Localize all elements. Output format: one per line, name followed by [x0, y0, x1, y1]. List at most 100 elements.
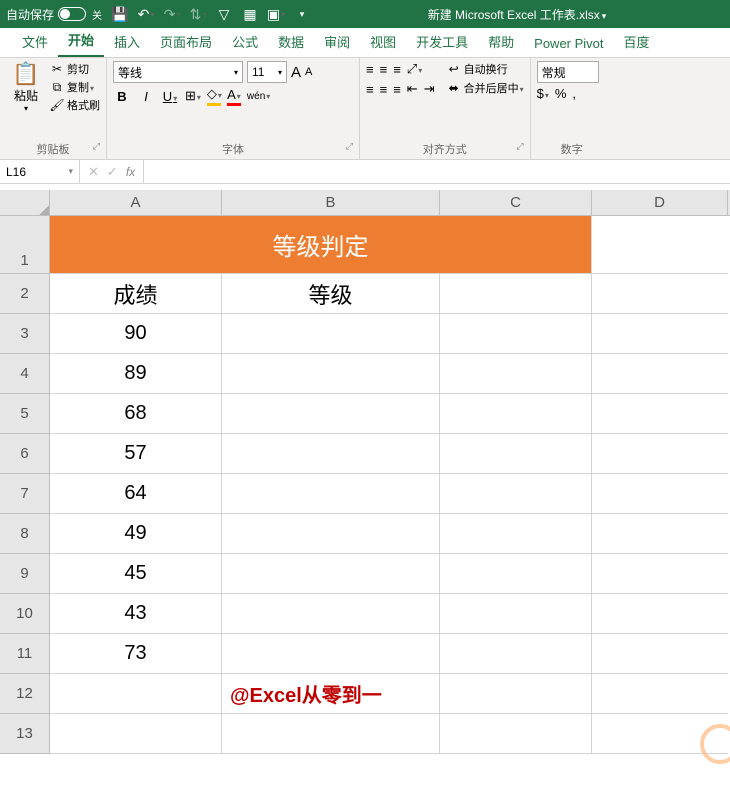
sort-icon[interactable]: ⇅ — [190, 6, 206, 22]
font-launcher-icon[interactable]: ⤢ — [346, 141, 353, 152]
col-header-a[interactable]: A — [50, 190, 222, 215]
align-left-button[interactable]: ≡ — [366, 82, 374, 97]
table-icon[interactable]: ▦ — [242, 6, 258, 22]
select-all-corner[interactable] — [0, 190, 50, 215]
align-launcher-icon[interactable]: ⤢ — [516, 141, 523, 152]
cell-d12[interactable] — [592, 674, 728, 714]
align-center-button[interactable]: ≡ — [380, 82, 388, 97]
tab-home[interactable]: 开始 — [58, 24, 104, 57]
autosave-toggle[interactable]: 自动保存 关 — [6, 6, 102, 23]
cell-b3[interactable] — [222, 314, 440, 354]
comma-button[interactable]: , — [572, 86, 576, 101]
row-header-11[interactable]: 11 — [0, 634, 50, 674]
camera-icon[interactable]: ▣ — [268, 6, 284, 22]
cell-b4[interactable] — [222, 354, 440, 394]
italic-button[interactable]: I — [137, 89, 155, 104]
align-middle-button[interactable]: ≡ — [380, 62, 388, 77]
cell-d3[interactable] — [592, 314, 728, 354]
tab-insert[interactable]: 插入 — [104, 26, 150, 57]
cell-d11[interactable] — [592, 634, 728, 674]
border-button[interactable]: ⊞ — [185, 88, 201, 104]
tab-layout[interactable]: 页面布局 — [150, 26, 222, 57]
paste-button[interactable]: 📋 粘贴 ▾ — [6, 61, 46, 113]
cell-d6[interactable] — [592, 434, 728, 474]
cell-c3[interactable] — [440, 314, 592, 354]
row-header-1[interactable]: 1 — [0, 216, 50, 274]
cell-a10[interactable]: 43 — [50, 594, 222, 634]
tab-view[interactable]: 视图 — [360, 26, 406, 57]
row-header-9[interactable]: 9 — [0, 554, 50, 594]
cell-d9[interactable] — [592, 554, 728, 594]
font-name-select[interactable]: 等线▾ — [113, 61, 243, 83]
formula-input[interactable] — [144, 160, 730, 183]
col-header-d[interactable]: D — [592, 190, 728, 215]
cell-a4[interactable]: 89 — [50, 354, 222, 394]
cell-d7[interactable] — [592, 474, 728, 514]
tab-baidu[interactable]: 百度 — [614, 26, 660, 57]
cell-c9[interactable] — [440, 554, 592, 594]
cell-c13[interactable] — [440, 714, 592, 754]
accept-formula-icon[interactable]: ✓ — [107, 164, 118, 180]
cell-a9[interactable]: 45 — [50, 554, 222, 594]
cell-a5[interactable]: 68 — [50, 394, 222, 434]
tab-power[interactable]: Power Pivot — [524, 30, 613, 57]
tab-data[interactable]: 数据 — [268, 26, 314, 57]
cell-d1[interactable] — [592, 216, 728, 274]
cell-a7[interactable]: 64 — [50, 474, 222, 514]
copy-button[interactable]: ⧉复制 — [50, 79, 100, 95]
filter-icon[interactable]: ▽ — [216, 6, 232, 22]
tab-dev[interactable]: 开发工具 — [406, 26, 478, 57]
increase-font-button[interactable]: A — [291, 64, 301, 81]
cell-c12[interactable] — [440, 674, 592, 714]
cell-b8[interactable] — [222, 514, 440, 554]
cell-b5[interactable] — [222, 394, 440, 434]
toggle-switch[interactable] — [58, 7, 86, 21]
cell-a2[interactable]: 成绩 — [50, 274, 222, 314]
cell-a3[interactable]: 90 — [50, 314, 222, 354]
cell-a13[interactable] — [50, 714, 222, 754]
phonetic-button[interactable]: wén — [247, 91, 270, 102]
col-header-c[interactable]: C — [440, 190, 592, 215]
cell-c6[interactable] — [440, 434, 592, 474]
cell-c8[interactable] — [440, 514, 592, 554]
merge-center-button[interactable]: ⬌合并后居中 — [447, 80, 524, 96]
tab-help[interactable]: 帮助 — [478, 26, 524, 57]
cell-b7[interactable] — [222, 474, 440, 514]
fill-color-button[interactable]: ◇ — [207, 86, 221, 106]
cell-b13[interactable] — [222, 714, 440, 754]
cancel-formula-icon[interactable]: ✕ — [88, 164, 99, 180]
cell-d8[interactable] — [592, 514, 728, 554]
fx-icon[interactable]: fx — [126, 165, 135, 179]
cell-a8[interactable]: 49 — [50, 514, 222, 554]
row-header-13[interactable]: 13 — [0, 714, 50, 754]
cell-b12[interactable]: @Excel从零到一 — [222, 674, 440, 714]
bold-button[interactable]: B — [113, 89, 131, 104]
undo-icon[interactable]: ↶ — [138, 6, 154, 22]
row-header-12[interactable]: 12 — [0, 674, 50, 714]
row-header-8[interactable]: 8 — [0, 514, 50, 554]
font-color-button[interactable]: A — [227, 87, 241, 106]
font-size-select[interactable]: 11▾ — [247, 61, 287, 83]
cell-c2[interactable] — [440, 274, 592, 314]
cell-c7[interactable] — [440, 474, 592, 514]
cell-c11[interactable] — [440, 634, 592, 674]
row-header-2[interactable]: 2 — [0, 274, 50, 314]
currency-button[interactable]: $ — [537, 86, 549, 101]
orientation-button[interactable]: ⤢ — [407, 61, 422, 77]
cell-b10[interactable] — [222, 594, 440, 634]
paste-dropdown-icon[interactable]: ▾ — [24, 104, 28, 113]
name-box[interactable]: L16▾ — [0, 160, 80, 183]
redo-icon[interactable]: ↷ — [164, 6, 180, 22]
cell-c5[interactable] — [440, 394, 592, 434]
percent-button[interactable]: % — [555, 86, 567, 101]
row-header-5[interactable]: 5 — [0, 394, 50, 434]
format-painter-button[interactable]: 🖌格式刷 — [50, 97, 100, 113]
indent-increase-button[interactable]: ⇥ — [424, 81, 435, 97]
cell-a6[interactable]: 57 — [50, 434, 222, 474]
clipboard-launcher-icon[interactable]: ⤢ — [93, 141, 100, 152]
col-header-b[interactable]: B — [222, 190, 440, 215]
cell-c4[interactable] — [440, 354, 592, 394]
align-right-button[interactable]: ≡ — [393, 82, 401, 97]
align-bottom-button[interactable]: ≡ — [393, 62, 401, 77]
row-header-3[interactable]: 3 — [0, 314, 50, 354]
